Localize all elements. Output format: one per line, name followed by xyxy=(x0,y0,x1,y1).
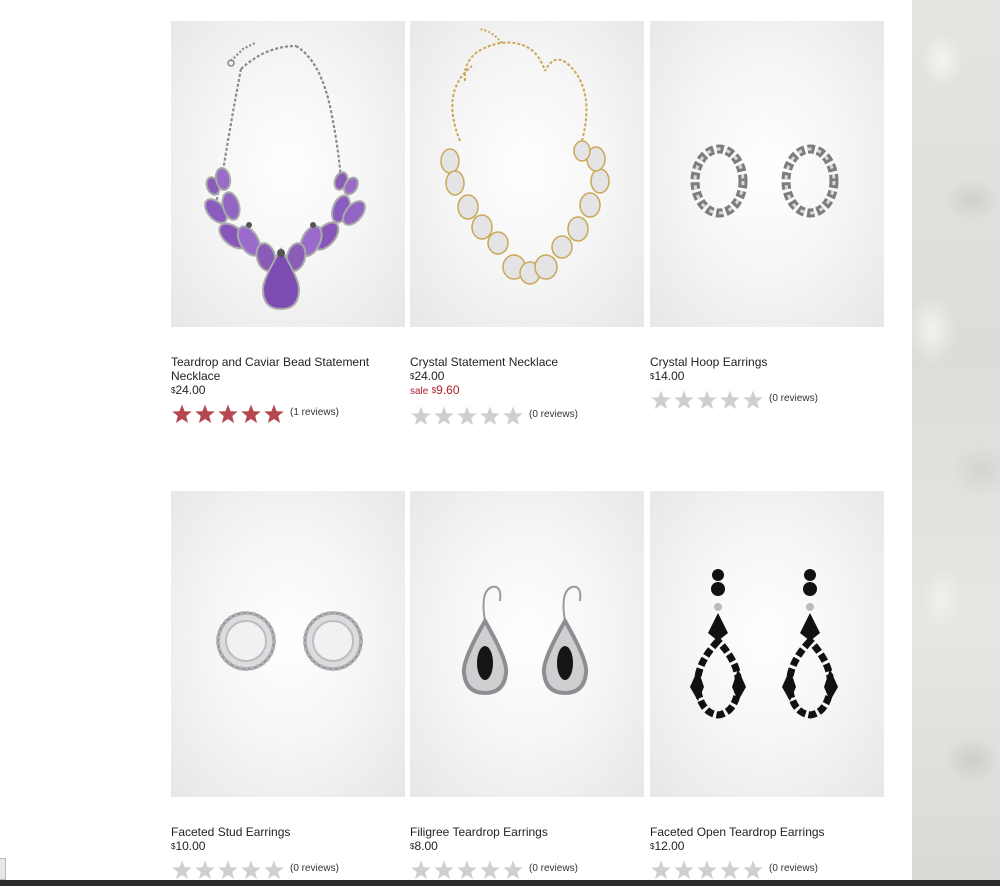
price-value: 24.00 xyxy=(175,383,206,397)
product-name-link[interactable]: Crystal Hoop Earrings xyxy=(650,355,855,369)
currency-symbol: $ xyxy=(431,386,437,395)
price-value: 12.00 xyxy=(654,839,685,853)
sale-label: sale xyxy=(410,386,429,397)
product-image[interactable] xyxy=(650,21,884,327)
product-image[interactable] xyxy=(171,491,405,797)
price-value: 8.00 xyxy=(414,839,438,853)
star-rating[interactable] xyxy=(650,859,764,881)
stud-earrings-image xyxy=(216,611,363,671)
product-price: $14.00 xyxy=(650,369,884,383)
star-icon[interactable] xyxy=(719,859,741,881)
star-icon[interactable] xyxy=(502,859,524,881)
star-icon[interactable] xyxy=(240,403,262,425)
star-icon[interactable] xyxy=(263,403,285,425)
star-icon[interactable] xyxy=(171,403,193,425)
product-rating: (0 reviews) xyxy=(410,405,644,427)
currency-symbol: $ xyxy=(650,372,655,381)
sale-price: sale $9.60 xyxy=(410,383,644,399)
star-icon[interactable] xyxy=(263,859,285,881)
purple-necklace-image xyxy=(204,42,366,311)
gold-necklace-image xyxy=(440,28,610,285)
reviews-count-link[interactable]: (0 reviews) xyxy=(769,863,818,874)
star-icon[interactable] xyxy=(456,859,478,881)
star-icon[interactable] xyxy=(217,859,239,881)
product-image[interactable] xyxy=(171,21,405,327)
product-price: $10.00 xyxy=(171,839,405,853)
star-icon[interactable] xyxy=(194,859,216,881)
product-name-link[interactable]: Teardrop and Caviar Bead Statement Neckl… xyxy=(171,355,376,383)
black-teardrop-earrings-image xyxy=(690,569,838,719)
filigree-earrings-image xyxy=(461,585,589,696)
star-icon[interactable] xyxy=(502,405,524,427)
star-icon[interactable] xyxy=(194,403,216,425)
reviews-count-link[interactable]: (0 reviews) xyxy=(769,393,818,404)
product-card: Teardrop and Caviar Bead Statement Neckl… xyxy=(171,21,405,425)
product-price: $12.00 xyxy=(650,839,884,853)
product-name-link[interactable]: Faceted Stud Earrings xyxy=(171,825,376,839)
reviews-count-link[interactable]: (0 reviews) xyxy=(529,863,578,874)
sale-price-value: 9.60 xyxy=(436,383,460,397)
product-card: Crystal Statement Necklace $24.00 sale $… xyxy=(410,21,644,427)
currency-symbol: $ xyxy=(171,842,176,851)
product-image[interactable] xyxy=(410,491,644,797)
star-icon[interactable] xyxy=(742,859,764,881)
product-name-link[interactable]: Faceted Open Teardrop Earrings xyxy=(650,825,855,839)
side-tab[interactable] xyxy=(0,858,6,880)
reviews-count-link[interactable]: (1 reviews) xyxy=(290,407,339,418)
price-value: 14.00 xyxy=(654,369,685,383)
star-icon[interactable] xyxy=(433,859,455,881)
product-rating: (0 reviews) xyxy=(171,859,405,881)
star-rating[interactable] xyxy=(410,859,524,881)
product-image[interactable] xyxy=(410,21,644,327)
product-name-link[interactable]: Crystal Statement Necklace xyxy=(410,355,615,369)
star-icon[interactable] xyxy=(673,389,695,411)
star-icon[interactable] xyxy=(240,859,262,881)
star-icon[interactable] xyxy=(742,389,764,411)
star-rating[interactable] xyxy=(650,389,764,411)
background-texture xyxy=(912,0,1000,886)
star-icon[interactable] xyxy=(650,859,672,881)
star-icon[interactable] xyxy=(696,859,718,881)
currency-symbol: $ xyxy=(410,842,415,851)
bottom-bar xyxy=(0,880,1000,886)
product-rating: (0 reviews) xyxy=(650,859,884,881)
star-icon[interactable] xyxy=(456,405,478,427)
currency-symbol: $ xyxy=(171,386,176,395)
hoop-earrings-image xyxy=(690,144,839,218)
star-icon[interactable] xyxy=(433,405,455,427)
reviews-count-link[interactable]: (0 reviews) xyxy=(290,863,339,874)
star-icon[interactable] xyxy=(217,403,239,425)
star-icon[interactable] xyxy=(171,859,193,881)
product-price: $8.00 xyxy=(410,839,644,853)
product-card: Faceted Open Teardrop Earrings $12.00 (0… xyxy=(650,491,884,881)
price-value: 24.00 xyxy=(414,369,445,383)
product-rating: (1 reviews) xyxy=(171,403,405,425)
star-rating[interactable] xyxy=(171,859,285,881)
product-name-link[interactable]: Filigree Teardrop Earrings xyxy=(410,825,615,839)
star-rating[interactable] xyxy=(410,405,524,427)
product-card: Faceted Stud Earrings $10.00 (0 reviews) xyxy=(171,491,405,881)
star-icon[interactable] xyxy=(479,859,501,881)
star-icon[interactable] xyxy=(650,389,672,411)
price-value: 10.00 xyxy=(175,839,206,853)
product-card: Filigree Teardrop Earrings $8.00 (0 revi… xyxy=(410,491,644,881)
star-icon[interactable] xyxy=(673,859,695,881)
product-rating: (0 reviews) xyxy=(650,389,884,411)
star-icon[interactable] xyxy=(479,405,501,427)
product-rating: (0 reviews) xyxy=(410,859,644,881)
product-price: $24.00 xyxy=(410,369,644,383)
star-icon[interactable] xyxy=(410,859,432,881)
product-image[interactable] xyxy=(650,491,884,797)
currency-symbol: $ xyxy=(410,372,415,381)
reviews-count-link[interactable]: (0 reviews) xyxy=(529,409,578,420)
product-price: $24.00 xyxy=(171,383,405,397)
star-icon[interactable] xyxy=(696,389,718,411)
product-card: Crystal Hoop Earrings $14.00 (0 reviews) xyxy=(650,21,884,411)
star-icon[interactable] xyxy=(410,405,432,427)
star-icon[interactable] xyxy=(719,389,741,411)
currency-symbol: $ xyxy=(650,842,655,851)
star-rating[interactable] xyxy=(171,403,285,425)
